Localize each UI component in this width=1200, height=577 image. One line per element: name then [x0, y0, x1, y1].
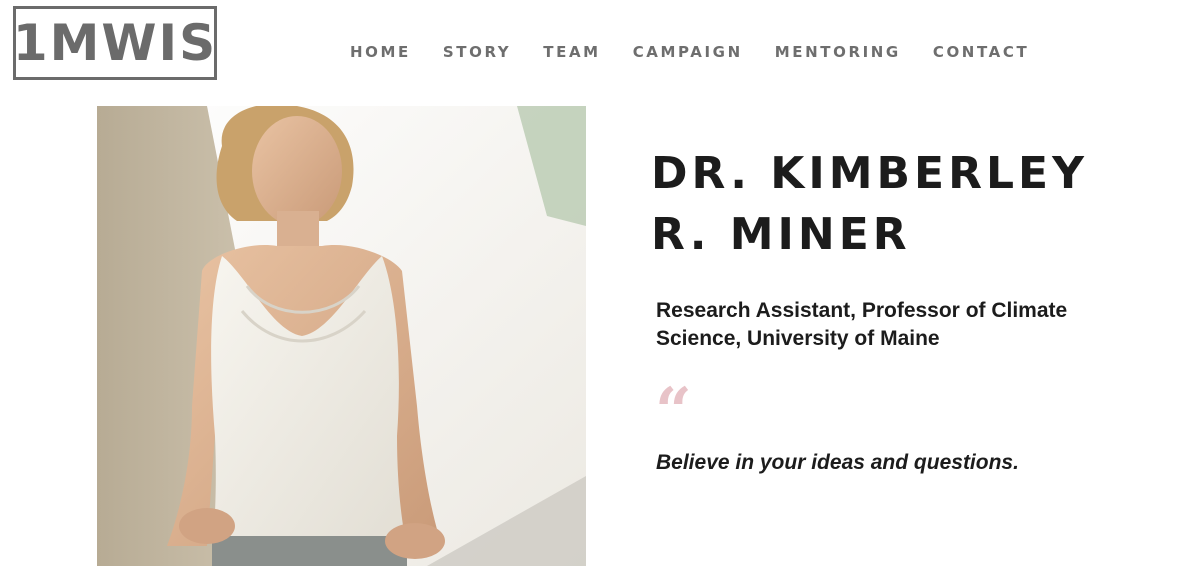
logo-text: 1MWIS	[12, 14, 218, 72]
profile-photo	[97, 106, 586, 566]
profile-role: Research Assistant, Professor of Climate…	[656, 299, 1068, 350]
nav-item-team[interactable]: TEAM	[543, 42, 600, 62]
profile-name-line1: DR. KIMBERLEY	[651, 148, 1088, 199]
nav-item-home[interactable]: HOME	[350, 42, 411, 62]
profile-quote: Believe in your ideas and questions.	[656, 451, 1019, 474]
profile-photo-illustration	[97, 106, 586, 566]
site-logo[interactable]: 1MWIS	[13, 6, 217, 80]
profile-name-line2: R. MINER	[651, 209, 911, 260]
page: 1MWIS HOME STORY TEAM CAMPAIGN MENTORING…	[0, 0, 1200, 577]
profile-name: DR. KIMBERLEY R. MINER	[651, 143, 1171, 265]
quote-mark-icon: “	[655, 374, 692, 449]
main-nav: HOME STORY TEAM CAMPAIGN MENTORING CONTA…	[350, 42, 1061, 62]
nav-item-contact[interactable]: CONTACT	[933, 42, 1029, 62]
nav-item-campaign[interactable]: CAMPAIGN	[633, 42, 743, 62]
nav-item-story[interactable]: STORY	[443, 42, 511, 62]
nav-item-mentoring[interactable]: MENTORING	[775, 42, 901, 62]
